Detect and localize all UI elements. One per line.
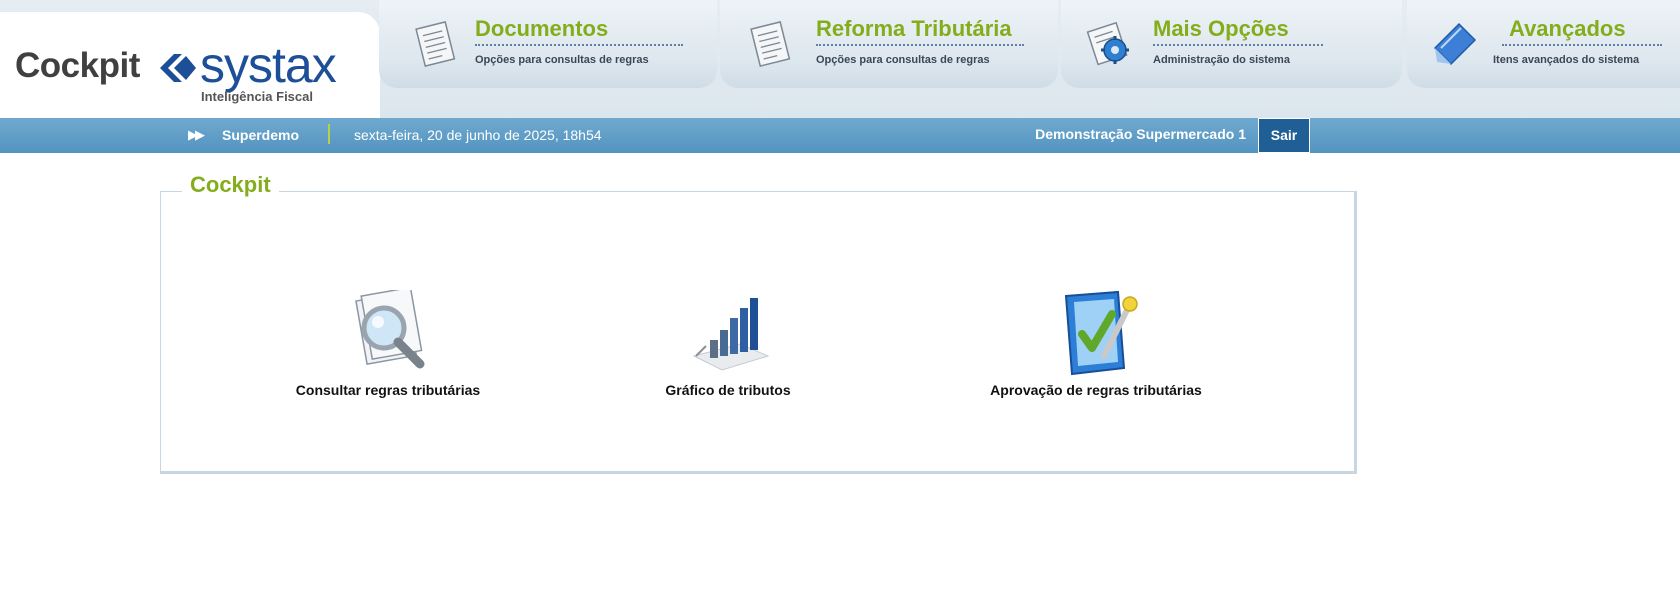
nav-subtitle: Opções para consultas de regras bbox=[816, 54, 990, 66]
nav-subtitle: Itens avançados do sistema bbox=[1493, 54, 1640, 66]
status-bar: ▶▶ Superdemo sexta-feira, 20 de junho de… bbox=[0, 118, 1680, 153]
logout-button[interactable]: Sair bbox=[1258, 118, 1310, 153]
item-label: Consultar regras tributárias bbox=[295, 382, 481, 398]
nav-title: Avançados bbox=[1509, 16, 1626, 41]
logo-tagline: Inteligência Fiscal bbox=[201, 89, 313, 104]
approval-check-icon bbox=[1064, 290, 1138, 376]
nav-divider bbox=[475, 44, 683, 46]
panel-title: Cockpit bbox=[182, 172, 279, 198]
current-datetime: sexta-feira, 20 de junho de 2025, 18h54 bbox=[354, 127, 602, 143]
document-icon bbox=[750, 20, 791, 67]
nav-tab-mais-opcoes[interactable]: Mais Opções Administração do sistema bbox=[1061, 0, 1402, 88]
pencil-icon bbox=[1433, 22, 1477, 66]
nav-title: Documentos bbox=[475, 16, 609, 41]
company-name: Demonstração Supermercado 1 bbox=[1035, 126, 1246, 142]
nav-divider bbox=[816, 44, 1024, 46]
user-name: Superdemo bbox=[222, 127, 300, 143]
aprovacao-regras-item[interactable]: Aprovação de regras tributárias bbox=[966, 290, 1226, 398]
logo-brand: systax bbox=[200, 37, 337, 93]
gear-document-icon bbox=[1086, 21, 1129, 66]
nav-subtitle: Administração do sistema bbox=[1153, 54, 1290, 66]
header: Cockpit systax Inteligência Fiscal Docum… bbox=[0, 0, 1680, 118]
nav-divider bbox=[1153, 44, 1323, 46]
item-label: Gráfico de tributos bbox=[665, 382, 791, 398]
logo[interactable]: Cockpit systax Inteligência Fiscal bbox=[0, 12, 380, 118]
diamond-logo-icon bbox=[160, 54, 196, 82]
nav-divider bbox=[1502, 44, 1662, 46]
magnifier-document-icon bbox=[355, 290, 425, 369]
nav-subtitle: Opções para consultas de regras bbox=[475, 54, 649, 66]
double-chevron-right-icon: ▶▶ bbox=[188, 127, 205, 142]
nav-title: Mais Opções bbox=[1153, 16, 1289, 41]
bar-chart-icon bbox=[692, 298, 770, 371]
document-icon bbox=[415, 20, 456, 67]
nav-tab-documentos[interactable]: Documentos Opções para consultas de regr… bbox=[379, 0, 717, 88]
consultar-regras-item[interactable]: Consultar regras tributárias bbox=[268, 290, 508, 398]
grafico-tributos-item[interactable]: Gráfico de tributos bbox=[628, 290, 828, 398]
nav-tab-reforma-tributaria[interactable]: Reforma Tributária Opções para consultas… bbox=[720, 0, 1058, 88]
status-separator bbox=[328, 124, 330, 144]
nav-title: Reforma Tributária bbox=[816, 16, 1012, 41]
item-label: Aprovação de regras tributárias bbox=[990, 382, 1202, 398]
logo-word: Cockpit bbox=[15, 46, 140, 85]
nav-tab-avancados[interactable]: Avançados Itens avançados do sistema bbox=[1407, 0, 1680, 88]
